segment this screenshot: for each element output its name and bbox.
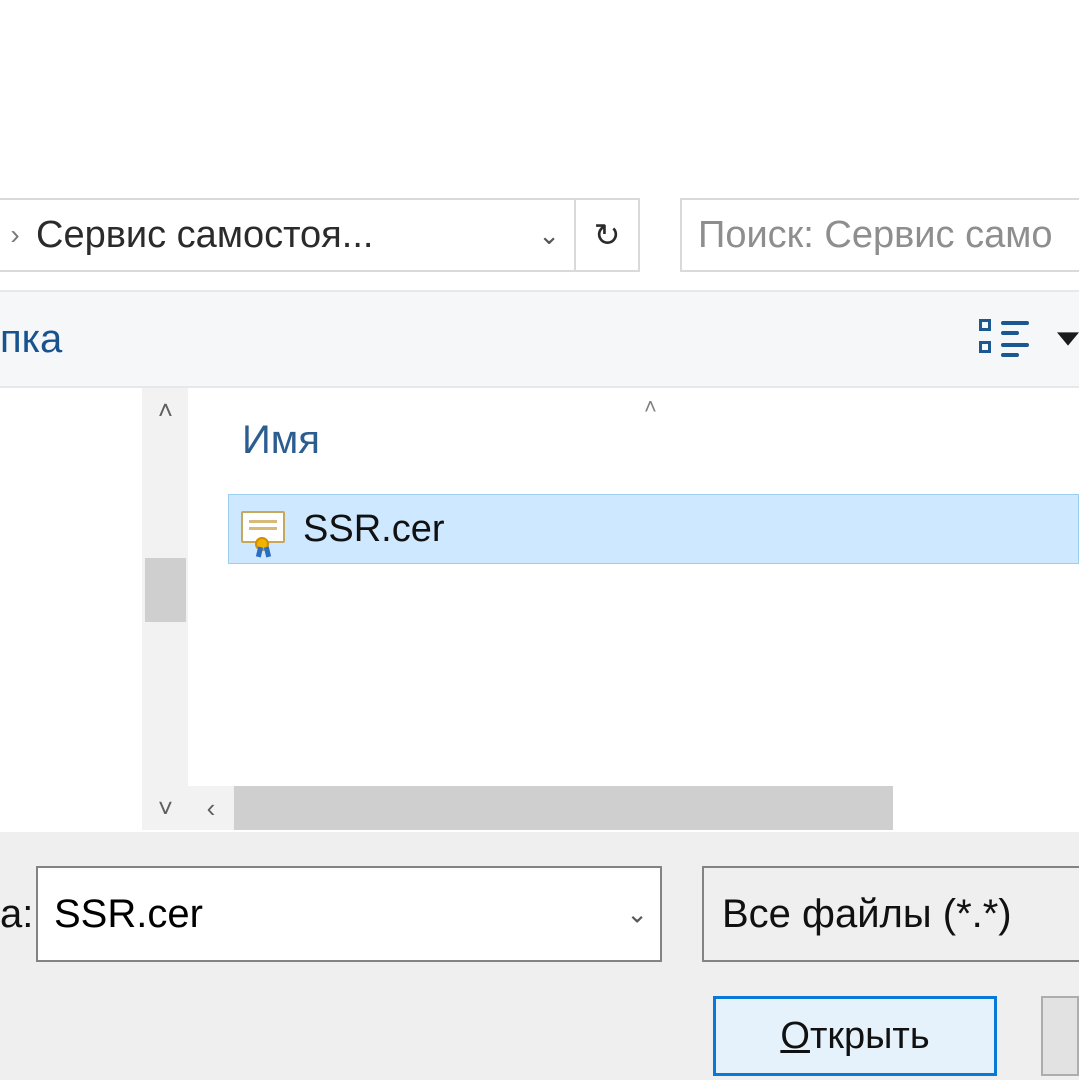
open-label-rest: ткрыть bbox=[810, 1015, 930, 1057]
search-placeholder: Поиск: Сервис само bbox=[698, 214, 1053, 257]
filter-label: Все файлы (*.*) bbox=[722, 892, 1012, 937]
refresh-icon: ↻ bbox=[594, 216, 621, 254]
filename-value: SSR.cer bbox=[54, 892, 203, 937]
file-list-pane[interactable]: ˄ Имя SSR.cer bbox=[188, 388, 1079, 830]
open-button[interactable]: Открыть bbox=[713, 996, 997, 1076]
spacer bbox=[893, 786, 1079, 830]
horizontal-scrollbar[interactable]: ‹ bbox=[188, 786, 1079, 830]
bottom-panel: а: SSR.cer ⌄ Все файлы (*.*) Открыть bbox=[0, 832, 1079, 1080]
refresh-button[interactable]: ↻ bbox=[576, 198, 640, 272]
filename-label: а: bbox=[0, 892, 36, 937]
toolbar: пка bbox=[0, 290, 1079, 388]
filename-input[interactable]: SSR.cer ⌄ bbox=[36, 866, 662, 962]
scroll-track[interactable] bbox=[234, 786, 893, 830]
dialog-blank-top bbox=[0, 0, 1079, 198]
address-bar-row: › Сервис самостоя... ⌄ ↻ Поиск: Сервис с… bbox=[0, 198, 1079, 272]
breadcrumb-separator-icon: › bbox=[0, 219, 30, 251]
filename-row: а: SSR.cer ⌄ Все файлы (*.*) bbox=[0, 866, 1079, 962]
file-type-filter[interactable]: Все файлы (*.*) bbox=[702, 866, 1079, 962]
file-row[interactable]: SSR.cer bbox=[228, 494, 1079, 564]
certificate-icon bbox=[241, 511, 285, 547]
column-header-name[interactable]: Имя bbox=[242, 418, 320, 463]
more-options-dropdown-icon[interactable] bbox=[1057, 325, 1079, 353]
view-options-icon[interactable] bbox=[979, 319, 1037, 359]
search-input[interactable]: Поиск: Сервис само bbox=[680, 198, 1079, 272]
chevron-down-icon[interactable]: ⌄ bbox=[538, 220, 560, 251]
file-name: SSR.cer bbox=[303, 508, 444, 551]
sort-ascending-icon[interactable]: ˄ bbox=[644, 394, 657, 420]
chevron-down-icon[interactable]: ⌄ bbox=[626, 899, 648, 930]
main-area: ˄ ˅ ˄ Имя SSR.cer bbox=[0, 388, 1079, 830]
cancel-button[interactable] bbox=[1041, 996, 1079, 1076]
new-folder-button[interactable]: пка bbox=[0, 317, 82, 362]
open-mnemonic: О bbox=[780, 1015, 810, 1057]
button-row: Открыть bbox=[0, 990, 1079, 1080]
scroll-thumb[interactable] bbox=[145, 558, 186, 622]
scroll-up-icon[interactable]: ˄ bbox=[143, 388, 188, 432]
nav-scrollbar[interactable]: ˄ ˅ bbox=[142, 388, 188, 830]
scroll-left-icon[interactable]: ‹ bbox=[188, 786, 234, 830]
breadcrumb-current: Сервис самостоя... bbox=[30, 214, 373, 257]
breadcrumb[interactable]: › Сервис самостоя... ⌄ bbox=[0, 198, 576, 272]
spacer bbox=[640, 198, 680, 272]
scroll-down-icon[interactable]: ˅ bbox=[143, 786, 188, 830]
nav-pane[interactable] bbox=[0, 388, 142, 830]
